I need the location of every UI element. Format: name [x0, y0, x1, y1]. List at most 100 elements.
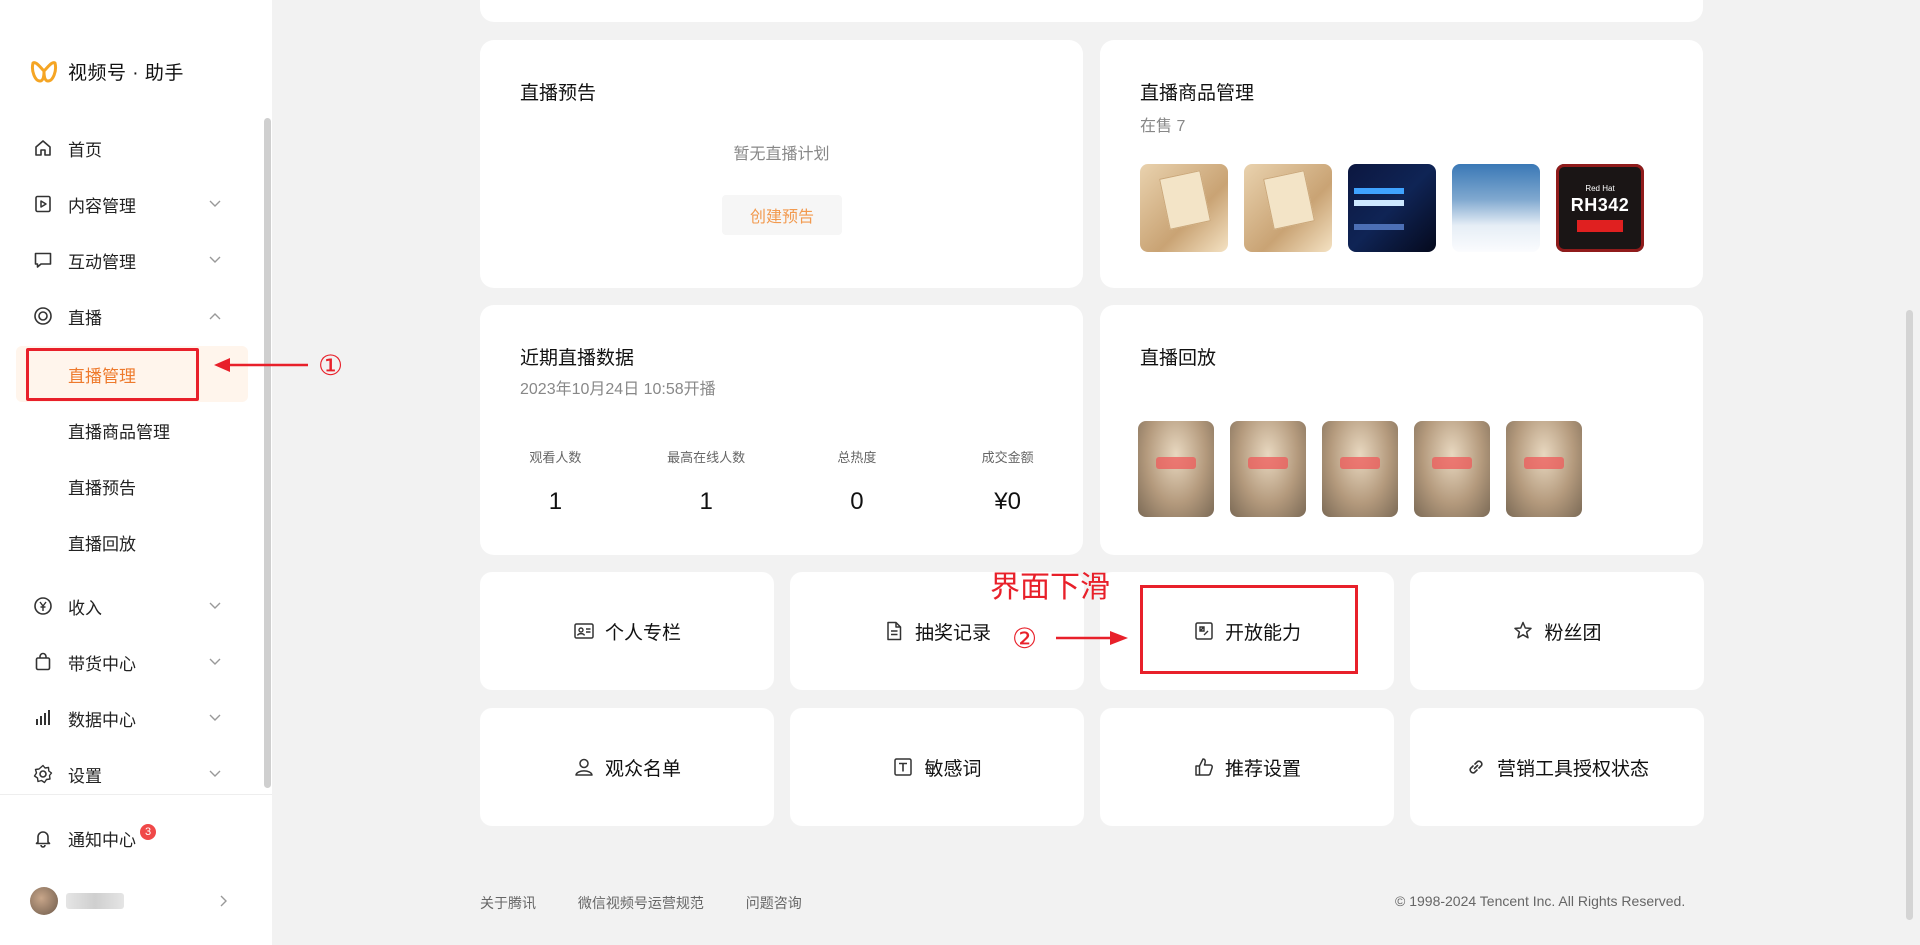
notification-badge: 3	[140, 824, 156, 840]
stat-peak-online: 最高在线人数 1	[631, 447, 782, 516]
sidebar-item-label: 带货中心	[68, 654, 136, 674]
audience-list-button[interactable]: 观众名单	[480, 708, 774, 826]
link-icon	[1469, 760, 1483, 774]
sidebar-item-home[interactable]: 首页	[0, 120, 262, 176]
action-label: 敏感词	[924, 758, 982, 780]
document-icon	[887, 621, 902, 641]
live-stats: 观看人数 1 最高在线人数 1 总热度 0 成交金额 ¥0	[480, 447, 1083, 516]
sidebar-item-income[interactable]: 收入	[0, 578, 262, 634]
product-code-text: RH342	[1570, 195, 1630, 215]
stat-viewers: 观看人数 1	[480, 447, 631, 516]
sidebar-item-notifications[interactable]: 通知中心 3	[0, 810, 262, 866]
product-thumbnails: Red Hat RH342	[1140, 164, 1660, 252]
content-icon	[32, 193, 54, 215]
sidebar-item-data[interactable]: 数据中心	[0, 690, 262, 746]
footer-link-rules[interactable]: 微信视频号运营规范	[578, 895, 704, 911]
products-on-sale-count: 在售 7	[1140, 118, 1186, 135]
sidebar-scrollbar[interactable]	[264, 118, 271, 788]
recommend-settings-button[interactable]: 推荐设置	[1100, 708, 1394, 826]
action-label: 粉丝团	[1544, 622, 1602, 644]
stat-heat: 总热度 0	[782, 447, 933, 516]
user-profile[interactable]	[30, 887, 230, 915]
sidebar: 视频号 · 助手 首页 内容管理 互动管理 直播 直播管理 直播商品管理 直播预…	[0, 0, 272, 945]
text-icon	[894, 758, 913, 776]
avatar	[30, 887, 58, 915]
chevron-down-icon	[209, 256, 221, 263]
chevron-down-icon	[209, 200, 221, 207]
annotation-scroll-hint: 界面下滑	[990, 571, 1110, 604]
live-start-time: 2023年10月24日 10:58开播	[520, 381, 716, 398]
replay-thumbnail[interactable]	[1230, 421, 1306, 517]
recent-live-data-card: 近期直播数据 2023年10月24日 10:58开播 观看人数 1 最高在线人数…	[480, 305, 1083, 555]
bell-icon	[32, 827, 54, 849]
chevron-down-icon	[209, 658, 221, 665]
action-label: 观众名单	[604, 758, 681, 780]
product-thumbnail[interactable]	[1348, 164, 1436, 252]
replay-thumbnails	[1138, 421, 1598, 517]
personal-column-button[interactable]: 个人专栏	[480, 572, 774, 690]
app-logo[interactable]: 视频号 · 助手	[30, 58, 184, 85]
product-thumbnail[interactable]	[1244, 164, 1332, 252]
create-preview-button[interactable]: 创建预告	[722, 195, 842, 235]
annotation-arrow-1	[214, 358, 308, 372]
replay-thumbnail[interactable]	[1506, 421, 1582, 517]
chevron-up-icon	[209, 313, 221, 320]
live-icon	[32, 305, 54, 327]
stat-label: 成交金额	[981, 450, 1034, 465]
annotation-highlight-box	[1140, 585, 1358, 674]
sensitive-words-button[interactable]: 敏感词	[790, 708, 1084, 826]
sidebar-item-label: 内容管理	[68, 196, 136, 216]
product-thumbnail[interactable]	[1452, 164, 1540, 252]
thumb-up-icon	[1195, 758, 1213, 776]
action-label: 抽奖记录	[914, 622, 991, 644]
sidebar-item-content[interactable]: 内容管理	[0, 176, 262, 232]
sidebar-subitem-live-replay[interactable]: 直播回放	[0, 514, 262, 570]
main-scrollbar[interactable]	[1906, 310, 1913, 920]
sidebar-subitem-live-preview[interactable]: 直播预告	[0, 458, 262, 514]
product-thumbnail[interactable]: Red Hat RH342	[1556, 164, 1644, 252]
fan-club-button[interactable]: 粉丝团	[1410, 572, 1704, 690]
card-title: 直播预告	[520, 83, 597, 104]
stat-value: ¥0	[994, 488, 1021, 515]
footer-link-about[interactable]: 关于腾讯	[480, 895, 536, 911]
footer-links: 关于腾讯 微信视频号运营规范 问题咨询	[480, 893, 840, 913]
chevron-down-icon	[209, 714, 221, 721]
footer-copyright: © 1998-2024 Tencent Inc. All Rights Rese…	[1395, 893, 1686, 909]
user-icon	[575, 758, 593, 776]
sidebar-item-commerce[interactable]: 带货中心	[0, 634, 262, 690]
stat-value: 0	[850, 488, 864, 515]
logo-icon	[31, 60, 57, 82]
chevron-down-icon	[209, 602, 221, 609]
sidebar-item-label: 通知中心	[68, 830, 136, 850]
sidebar-item-interaction[interactable]: 互动管理	[0, 232, 262, 288]
card-title: 直播商品管理	[1140, 83, 1255, 104]
card-title: 直播回放	[1140, 348, 1217, 369]
sidebar-item-live[interactable]: 直播	[0, 288, 262, 344]
empty-state-text: 暂无直播计划	[733, 146, 830, 163]
annotation-arrow-2	[1056, 631, 1128, 645]
chevron-right-icon	[220, 895, 227, 907]
home-icon	[32, 137, 54, 159]
footer-link-help[interactable]: 问题咨询	[746, 895, 802, 911]
sidebar-subitem-live-products[interactable]: 直播商品管理	[0, 402, 262, 458]
marketing-tool-auth-button[interactable]: 营销工具授权状态	[1410, 708, 1704, 826]
stat-value: 1	[548, 488, 563, 515]
product-decoration	[1577, 220, 1623, 232]
annotation-step-2: ②	[1012, 623, 1038, 654]
sidebar-item-label: 设置	[68, 766, 102, 786]
replay-thumbnail[interactable]	[1414, 421, 1490, 517]
sidebar-item-label: 直播	[68, 308, 102, 328]
live-replay-card: 直播回放	[1100, 305, 1703, 555]
replay-thumbnail[interactable]	[1138, 421, 1214, 517]
live-preview-card: 直播预告 暂无直播计划 创建预告	[480, 40, 1083, 288]
sidebar-divider	[0, 794, 272, 795]
action-label: 推荐设置	[1224, 758, 1301, 780]
bar-chart-icon	[32, 707, 54, 729]
yen-icon	[32, 595, 54, 617]
product-thumbnail[interactable]	[1140, 164, 1228, 252]
sidebar-nav: 首页 内容管理 互动管理 直播 直播管理 直播商品管理 直播预告 直播回放 收入…	[0, 120, 262, 802]
replay-thumbnail[interactable]	[1322, 421, 1398, 517]
annotation-highlight-box	[26, 348, 199, 401]
sidebar-item-label: 数据中心	[68, 710, 136, 730]
stat-label: 观看人数	[529, 450, 582, 465]
